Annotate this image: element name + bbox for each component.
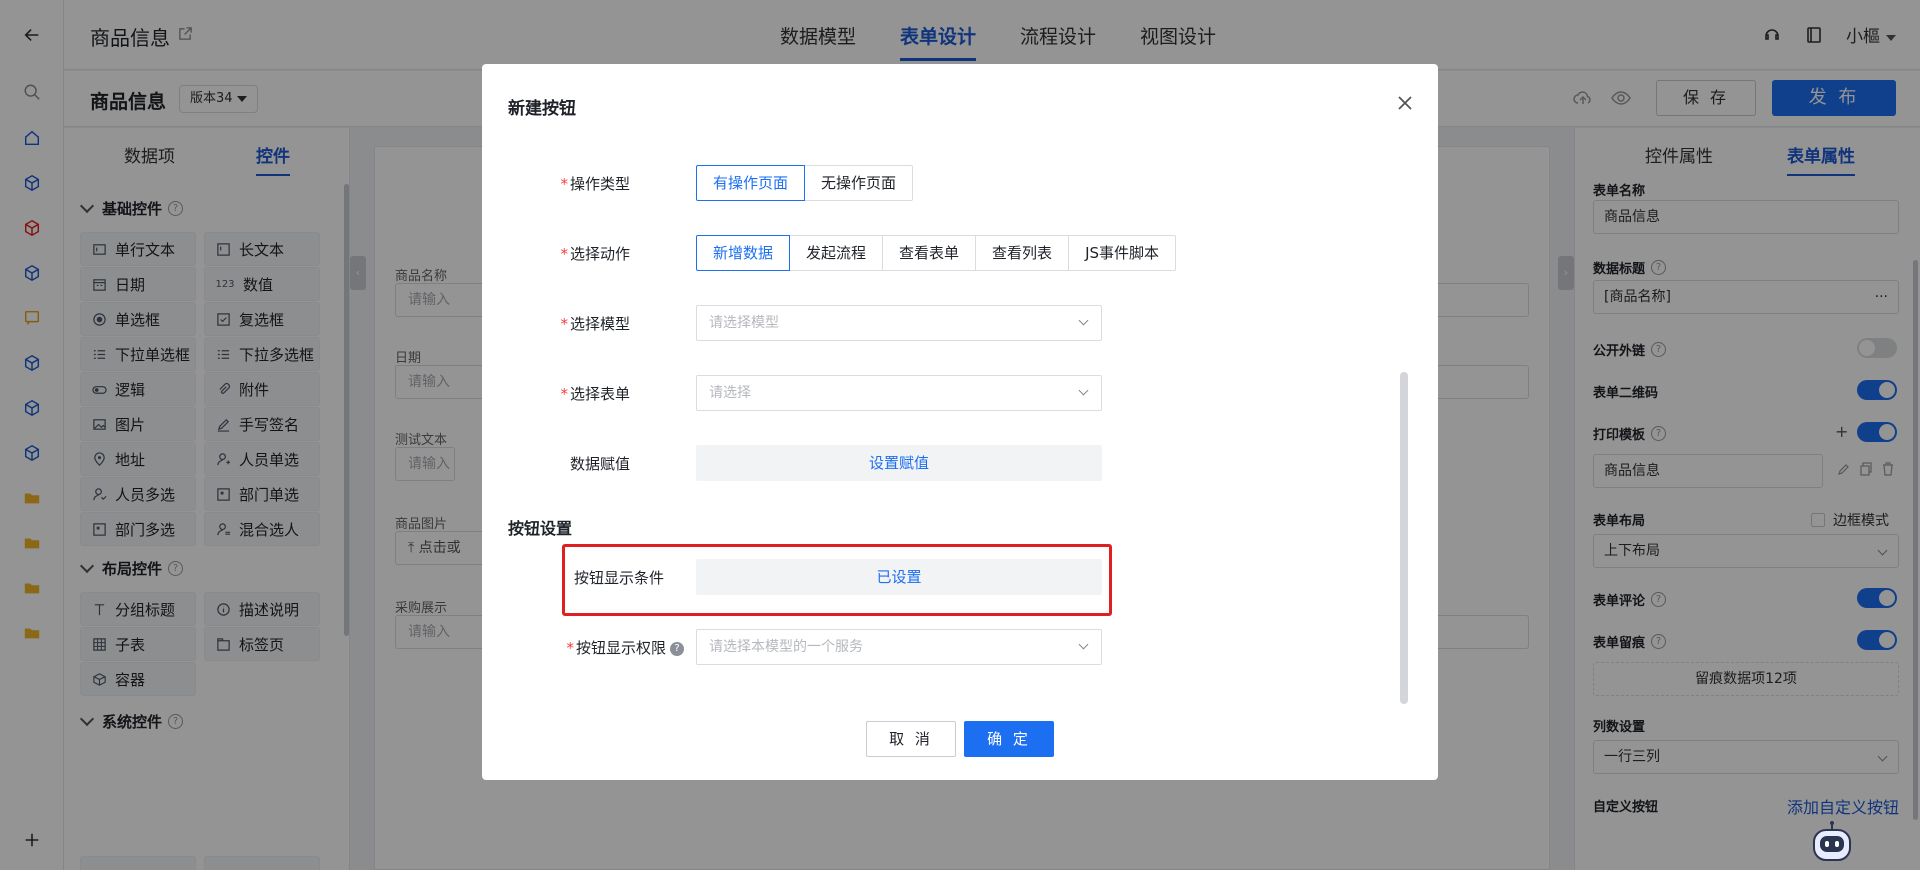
required-mark: * — [560, 245, 568, 263]
required-mark: * — [566, 639, 574, 657]
form-select-label: * 选择表单 — [482, 383, 630, 404]
label-text: 操作类型 — [569, 175, 630, 193]
form-placeholder: 请选择 — [709, 385, 751, 401]
option-js-script[interactable]: JS事件脚本 — [1068, 235, 1177, 271]
display-condition-button[interactable]: 已设置 — [696, 559, 1102, 595]
model-label: * 选择模型 — [482, 313, 630, 334]
chevron-down-icon — [1078, 315, 1089, 326]
chevron-down-icon — [1078, 639, 1089, 650]
label-text: 按钮显示权限 — [575, 639, 666, 657]
confirm-button[interactable]: 确 定 — [964, 721, 1054, 757]
dialog-title: 新建按钮 — [508, 99, 576, 119]
display-condition-label: 按钮显示条件 — [573, 569, 664, 587]
form-select[interactable]: 请选择 — [696, 375, 1102, 411]
cancel-button[interactable]: 取 消 — [866, 721, 956, 757]
help-icon[interactable]: ? — [670, 641, 684, 656]
button-settings-title: 按钮设置 — [508, 519, 573, 538]
model-select[interactable]: 请选择模型 — [696, 305, 1102, 341]
action-label: * 选择动作 — [482, 243, 630, 264]
label-text: 选择模型 — [569, 315, 630, 333]
required-mark: * — [560, 385, 568, 403]
set-assignment-button[interactable]: 设置赋值 — [696, 445, 1102, 481]
option-view-list[interactable]: 查看列表 — [975, 235, 1070, 271]
option-start-process[interactable]: 发起流程 — [789, 235, 884, 271]
option-view-form[interactable]: 查看表单 — [882, 235, 977, 271]
required-mark: * — [560, 175, 568, 193]
dialog-scrollbar[interactable] — [1400, 372, 1408, 704]
assign-label: 数据赋值 — [569, 455, 630, 473]
permission-placeholder: 请选择本模型的一个服务 — [709, 639, 863, 655]
model-placeholder: 请选择模型 — [709, 315, 779, 331]
option-without-page[interactable]: 无操作页面 — [804, 165, 914, 201]
new-button-dialog: 新建按钮 * 操作类型 有操作页面 无操作页面 * 选择动作 新增数据 发起流程 查… — [482, 64, 1438, 780]
close-icon[interactable] — [1394, 92, 1416, 114]
permission-label: * 按钮显示权限? — [482, 637, 684, 658]
assistant-robot-icon[interactable] — [1808, 818, 1856, 866]
label-text: 选择表单 — [569, 385, 630, 403]
chevron-down-icon — [1078, 385, 1089, 396]
operation-type-toggle: 有操作页面 无操作页面 — [696, 165, 914, 201]
label-text: 选择动作 — [569, 245, 630, 263]
operation-type-label: * 操作类型 — [482, 173, 630, 194]
option-add-data[interactable]: 新增数据 — [696, 235, 791, 271]
action-toggle: 新增数据 发起流程 查看表单 查看列表 JS事件脚本 — [696, 235, 1177, 271]
required-mark: * — [560, 315, 568, 333]
permission-select[interactable]: 请选择本模型的一个服务 — [696, 629, 1102, 665]
option-with-page[interactable]: 有操作页面 — [696, 165, 806, 201]
